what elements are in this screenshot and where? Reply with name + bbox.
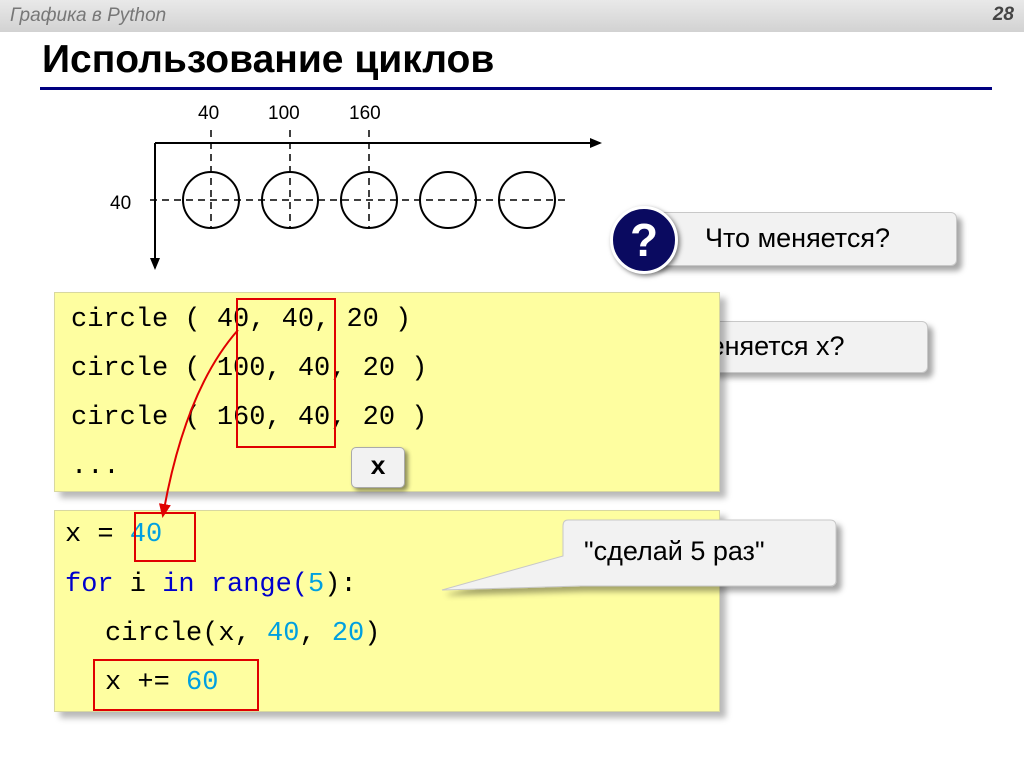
red-arrow — [158, 329, 239, 518]
